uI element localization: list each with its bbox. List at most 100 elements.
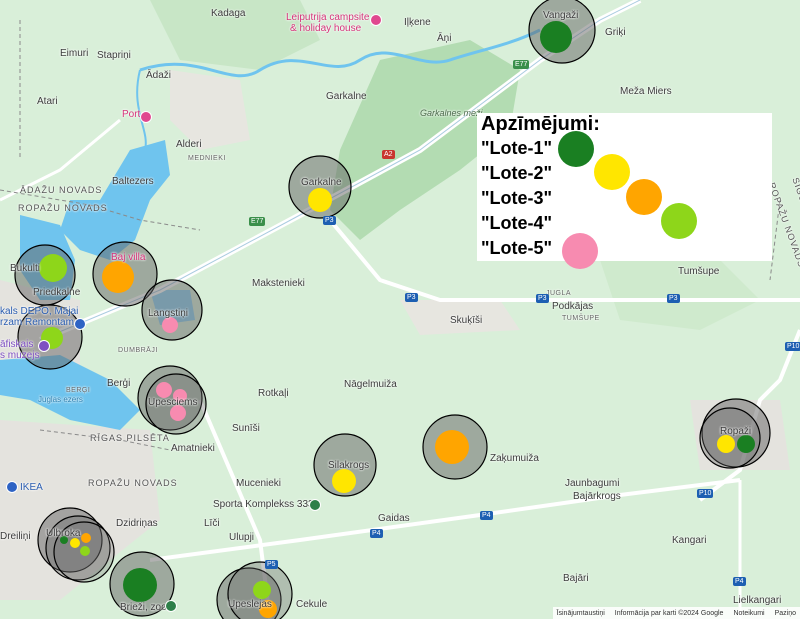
road-shield-p3: P3 [405,293,418,302]
region-label: ROPAŽU NOVADS [18,203,108,213]
museum-icon[interactable] [38,340,50,352]
zoo-icon[interactable] [165,600,177,612]
legend-item-lote-5: "Lote-5" [481,238,553,258]
legend-swatch-lote-4 [661,203,697,239]
road-shield-e77: E77 [249,217,266,226]
place-label: Silakrogs [328,460,370,471]
place-label: Cekule [296,599,328,610]
place-label: Amatnieki [171,443,215,454]
place-label: TUMŠUPE [562,315,600,322]
poi-label[interactable]: āfiskais [0,339,33,350]
lot-4-marker [253,581,271,599]
map-legend: Apzīmējumi: "Lote-1" "Lote-2" "Lote-3" "… [477,113,772,269]
region-label: RĪGAS PILSĒTA [90,433,170,443]
road-shield-e77: E77 [513,60,530,69]
report-link[interactable]: Paziņo [775,610,796,617]
road-shield-p10: P10 [785,342,800,351]
place-label: Nāgelmuiža [344,379,397,390]
legend-item-lote-2: "Lote-2" [481,163,553,183]
poi-label[interactable]: rzam Remontam [0,317,74,328]
legend-swatch-lote-1 [558,131,594,167]
place-label: BERĢI [66,387,91,394]
lot-4-marker [39,254,67,282]
place-label: Langstiņi [148,308,189,319]
place-label: Dzidriņas [116,518,158,529]
place-label: Līči [204,518,220,529]
place-label: Alderi [176,139,202,150]
shopping-icon[interactable] [6,481,18,493]
road-shield-p3: P3 [536,294,549,303]
lot-2-marker [332,469,356,493]
road-shield-p5: P5 [265,560,278,569]
road-shield-p3: P3 [323,216,336,225]
legend-item-lote-4: "Lote-4" [481,213,553,233]
campsite-icon[interactable] [370,14,382,26]
place-label: Podkājas [552,301,594,312]
lot-3-marker [102,261,134,293]
place-label: Makstenieki [252,278,305,289]
lot-2-marker [308,188,332,212]
lot-1-marker [123,568,157,602]
place-label: Rotkaļi [258,388,289,399]
place-label: Stapriņi [97,50,131,61]
legend-swatch-lote-2 [594,154,630,190]
region-label: ĀDAŽU NOVADS [20,185,103,195]
place-label: Berģi [107,378,131,389]
lot-5-marker [162,317,178,333]
place-label: Iļķene [404,17,431,28]
poi-label[interactable]: Sporta Komplekss 333 [213,499,314,510]
place-label: Bukulti [10,263,41,274]
poi-label[interactable]: Port [122,109,140,120]
road-shield-p4: P4 [370,529,383,538]
place-label: Upeslejas [228,599,272,610]
poi-label[interactable]: IKEA [20,482,43,493]
keyboard-shortcuts-link[interactable]: Īsinājumtaustiņi [557,610,605,617]
poi-label[interactable]: Baj villa [111,252,145,263]
water-label: Juglas ezers [38,395,83,404]
place-label: Garkalne [301,177,342,188]
place-label: Meža Miers [620,86,672,97]
poi-label[interactable]: s muzejs [0,350,39,361]
lot-4-marker [80,546,90,556]
lot-3-marker [81,533,91,543]
poi-label[interactable]: kals DEPO, Mājai [0,306,78,317]
lot-1-marker [737,435,755,453]
area-label: Garkalnes meži [420,108,483,118]
place-label: DUMBRĀJI [118,347,158,354]
poi-label[interactable]: Leiputrija campsite [286,12,369,23]
sports-icon[interactable] [309,499,321,511]
road-shield-a2: A2 [382,150,395,159]
place-label: MEDNIEKI [188,155,226,162]
place-label: Zaķumuiža [490,453,539,464]
map-data-attribution: Informācija par karti ©2024 Google [614,609,724,617]
place-label: Griķi [605,27,626,38]
place-label: Mucenieki [236,478,282,489]
lot-5-marker [156,382,172,398]
terms-link[interactable]: Noteikumi [733,610,764,617]
store-icon[interactable] [74,318,86,330]
place-label: Āņi [437,33,452,44]
legend-item-lote-1: "Lote-1" [481,138,553,158]
place-label: Skuķīši [450,315,483,326]
place-label: Kangari [672,535,707,546]
lot-3-marker [435,430,469,464]
poi-label[interactable]: Brieži, zoo [120,602,167,613]
legend-item-lote-3: "Lote-3" [481,188,553,208]
hotel-icon[interactable] [140,111,152,123]
place-label: Ulbroka [46,528,81,539]
place-label: Jaunbagumi [565,478,620,489]
place-label: Ropaži [720,426,752,437]
place-label: Bajārkrogs [573,491,621,502]
region-label: ROPAŽU NOVADS [88,478,178,488]
place-label: Atari [37,96,58,107]
poi-label[interactable]: & holiday house [290,23,361,34]
place-label: Lielkangari [733,595,782,606]
map-footer: Īsinājumtaustiņi Informācija par karti ©… [552,607,800,619]
legend-swatch-lote-5 [562,233,598,269]
place-label: Baltezers [112,176,154,187]
place-label: Kadaga [211,8,246,19]
road-shield-p10: P10 [697,489,714,498]
place-label: Tumšupe [678,266,720,277]
place-label: Dreiliņi [0,531,31,542]
zone-zakumuiza[interactable] [422,414,488,480]
